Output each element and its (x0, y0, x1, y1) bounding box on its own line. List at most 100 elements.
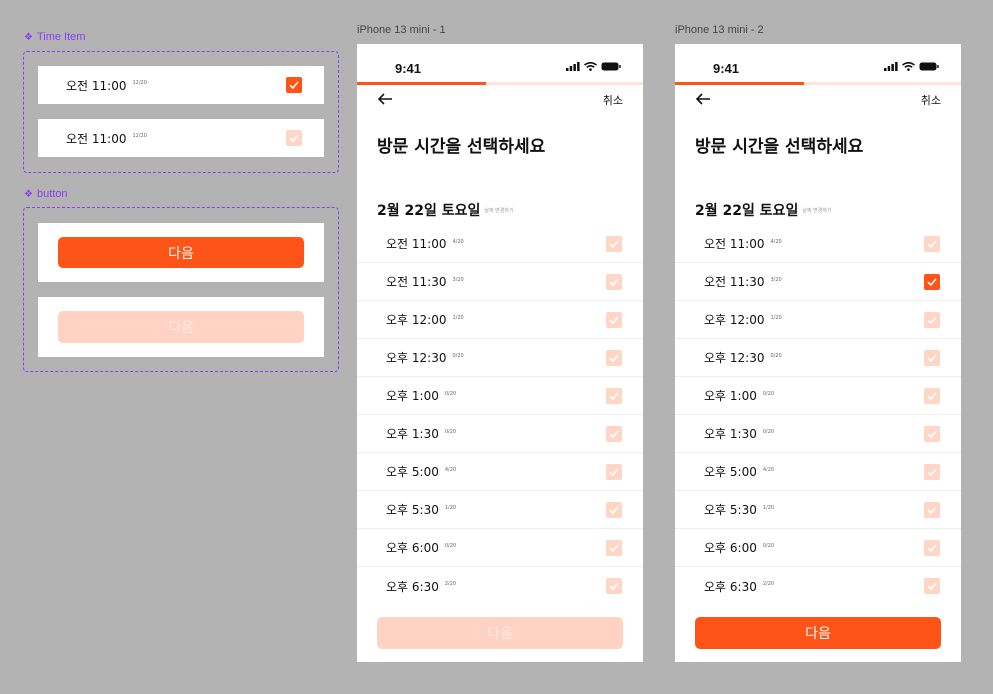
change-date-link[interactable]: 날짜 변경하기 (802, 207, 831, 214)
time-slot-list: 오전 11:00 4/20 오전 11:30 3/20 오후 12:00 1/20 오후 1… (357, 225, 643, 605)
time-slot-row[interactable]: 오후 12:30 0/20 (675, 339, 961, 377)
progress-bar (675, 82, 961, 85)
time-slot-time: 오후 5:30 (704, 503, 757, 517)
checkbox-unchecked-icon[interactable] (606, 426, 622, 442)
time-slot-count: 2/20 (762, 581, 775, 587)
component-label-time-item[interactable]: ❖ Time Item (24, 31, 85, 43)
signal-icon (566, 62, 580, 71)
time-slot-count: 1/20 (770, 314, 782, 321)
checkbox-unchecked-icon[interactable] (924, 540, 940, 556)
progress-bar-fill (357, 82, 486, 85)
time-slot-time: 오후 6:30 (386, 579, 439, 594)
time-slot-time: 오후 12:00 (386, 313, 447, 327)
component-name: Time Item (36, 31, 86, 43)
time-slot-time: 오후 6:30 (704, 579, 757, 594)
battery-icon (601, 62, 621, 71)
checkbox-checked-icon[interactable] (286, 77, 302, 93)
component-label-button[interactable]: ❖ button (24, 188, 68, 200)
time-slot-row[interactable]: 오전 11:00 4/20 (675, 225, 961, 263)
time-slot-count: 1/20 (452, 314, 464, 321)
time-slot-row[interactable]: 오후 12:30 0/20 (357, 339, 643, 377)
time-slot-row[interactable]: 오후 5:00 4/20 (357, 453, 643, 491)
time-slot-row[interactable]: 오후 12:00 1/20 (357, 301, 643, 339)
arrow-left-icon[interactable] (695, 90, 711, 109)
time-slot-count: 3/20 (770, 276, 782, 283)
checkbox-unchecked-icon[interactable] (606, 236, 622, 252)
time-slot-count: 4/20 (444, 466, 457, 473)
time-slot-row[interactable]: 오후 6:00 0/20 (357, 529, 643, 567)
time-slot-count: 1/20 (762, 504, 775, 511)
time-slot-count: 0/20 (770, 352, 782, 359)
time-slot-row[interactable]: 오후 5:30 1/20 (675, 491, 961, 529)
time-slot-row[interactable]: 오후 1:00 0/20 (675, 377, 961, 415)
next-button[interactable]: 다음 (58, 237, 304, 268)
checkbox-unchecked-icon[interactable] (606, 274, 622, 290)
time-item-time: 오전 11:00 (66, 131, 127, 146)
time-slot-count: 4/20 (452, 238, 464, 245)
checkbox-unchecked-icon[interactable] (606, 464, 622, 480)
time-slot-row[interactable]: 오후 1:00 0/20 (357, 377, 643, 415)
time-slot-row[interactable]: 오후 5:00 4/20 (675, 453, 961, 491)
checkbox-unchecked-icon[interactable] (924, 464, 940, 480)
progress-bar (357, 82, 643, 85)
checkbox-unchecked-icon[interactable] (924, 426, 940, 442)
time-slot-row[interactable]: 오후 6:30 2/20 (675, 567, 961, 605)
change-date-link[interactable]: 날짜 변경하기 (484, 207, 513, 214)
time-slot-count: 2/20 (444, 581, 457, 587)
time-item-checked[interactable]: 오전 11:00 12/20 (38, 66, 324, 104)
time-item-unchecked[interactable]: 오전 11:00 12/20 (38, 119, 324, 157)
time-slot-count: 4/20 (770, 238, 782, 245)
time-slot-row[interactable]: 오전 11:30 3/20 (675, 263, 961, 301)
time-slot-row[interactable]: 오후 12:00 1/20 (675, 301, 961, 339)
time-slot-count: 0/20 (444, 390, 457, 397)
time-slot-row[interactable]: 오후 1:30 0/20 (675, 415, 961, 453)
checkbox-unchecked-icon[interactable] (924, 236, 940, 252)
checkbox-unchecked-icon[interactable] (606, 578, 622, 594)
time-slot-time: 오후 12:30 (386, 351, 447, 365)
button-card-active: 다음 (38, 223, 324, 282)
component-name: button (36, 188, 68, 200)
frame-title[interactable]: iPhone 13 mini - 1 (357, 24, 446, 36)
signal-icon (884, 62, 898, 71)
checkbox-unchecked-icon[interactable] (286, 130, 302, 146)
time-slot-row[interactable]: 오전 11:00 4/20 (357, 225, 643, 263)
checkbox-unchecked-icon[interactable] (606, 502, 622, 518)
time-slot-row[interactable]: 오후 6:30 2/20 (357, 567, 643, 605)
checkbox-unchecked-icon[interactable] (606, 388, 622, 404)
cancel-button[interactable]: 취소 (921, 92, 941, 108)
checkbox-unchecked-icon[interactable] (924, 502, 940, 518)
component-icon: ❖ (24, 31, 33, 43)
time-slot-time: 오후 1:00 (704, 389, 757, 403)
time-slot-count: 0/20 (444, 542, 457, 549)
checkbox-unchecked-icon[interactable] (924, 312, 940, 328)
checkbox-checked-icon[interactable] (924, 274, 940, 290)
time-slot-list: 오전 11:00 4/20 오전 11:30 3/20 오후 12:00 1/20 오후 1… (675, 225, 961, 605)
time-slot-row[interactable]: 오전 11:30 3/20 (357, 263, 643, 301)
component-icon: ❖ (24, 188, 33, 200)
time-item-time: 오전 11:00 (66, 78, 127, 93)
time-slot-time: 오후 5:30 (386, 503, 439, 517)
time-slot-time: 오전 11:30 (704, 275, 765, 289)
selected-date: 2월 22일 토요일 (695, 203, 799, 219)
next-button[interactable]: 다음 (377, 617, 623, 649)
checkbox-unchecked-icon[interactable] (924, 350, 940, 366)
button-card-disabled: 다음 (38, 297, 324, 357)
checkbox-unchecked-icon[interactable] (924, 388, 940, 404)
progress-bar-fill (675, 82, 804, 85)
date-row: 2월 22일 토요일 날짜 변경하기 (695, 200, 832, 220)
next-button-disabled[interactable]: 다음 (58, 311, 304, 343)
time-slot-row[interactable]: 오후 5:30 1/20 (357, 491, 643, 529)
cancel-button[interactable]: 취소 (603, 92, 623, 108)
arrow-left-icon[interactable] (377, 90, 393, 109)
checkbox-unchecked-icon[interactable] (606, 312, 622, 328)
frame-title[interactable]: iPhone 13 mini - 2 (675, 24, 764, 36)
phone-frame-2: 9:41 취소 방문 시간을 선택하세요 2월 22일 토요일 날짜 변경하기 … (675, 44, 961, 662)
time-slot-time: 오후 5:00 (386, 465, 439, 479)
checkbox-unchecked-icon[interactable] (606, 540, 622, 556)
checkbox-unchecked-icon[interactable] (606, 350, 622, 366)
time-slot-row[interactable]: 오후 6:00 0/20 (675, 529, 961, 567)
page-title: 방문 시간을 선택하세요 (695, 137, 864, 157)
time-slot-row[interactable]: 오후 1:30 0/20 (357, 415, 643, 453)
next-button[interactable]: 다음 (695, 617, 941, 649)
checkbox-unchecked-icon[interactable] (924, 578, 940, 594)
